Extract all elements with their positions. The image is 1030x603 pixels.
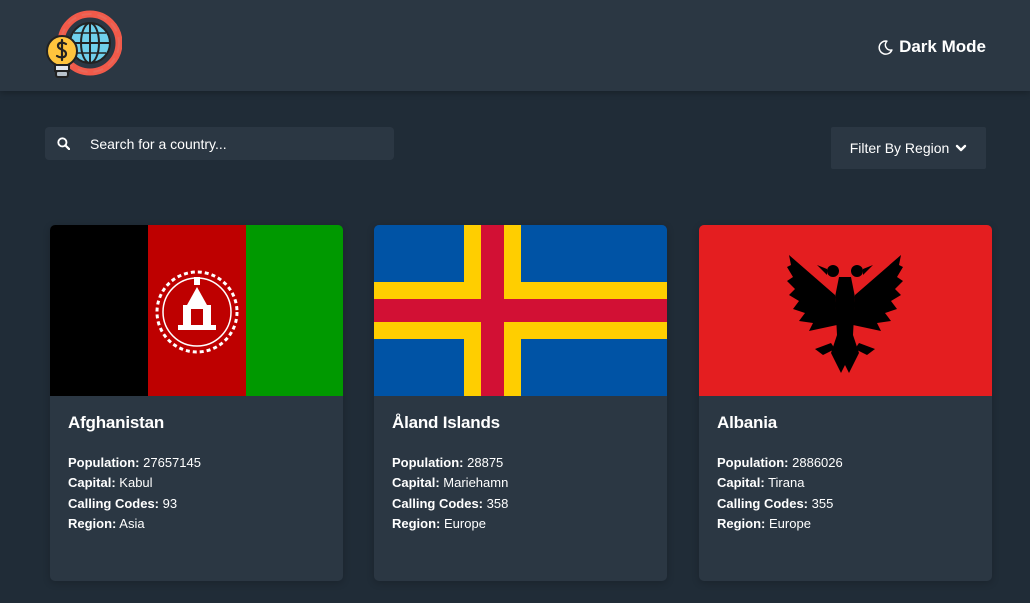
dark-mode-toggle[interactable]: Dark Mode xyxy=(878,36,986,58)
search-bar[interactable] xyxy=(45,127,394,160)
search-icon xyxy=(57,137,70,150)
region-row: Region: Asia xyxy=(68,516,145,532)
header: Dark Mode xyxy=(0,0,1030,91)
calling-codes-row: Calling Codes: 355 xyxy=(717,495,834,511)
capital-row: Capital: Kabul xyxy=(68,475,153,491)
population-row: Population: 27657145 xyxy=(68,455,201,470)
calling-codes-row: Calling Codes: 93 xyxy=(68,495,178,511)
country-card-afghanistan[interactable]: Afghanistan Population: 27657145 Capital… xyxy=(50,225,343,581)
dark-mode-label: Dark Mode xyxy=(899,37,986,56)
country-card-aland-islands[interactable]: Åland Islands Population: 28875 Capital:… xyxy=(374,225,667,581)
region-row: Region: Europe xyxy=(717,516,811,532)
population-row: Population: 2886026 xyxy=(717,455,843,470)
aland-islands-flag xyxy=(374,225,667,396)
filter-label: Filter By Region xyxy=(849,140,950,156)
country-name: Afghanistan xyxy=(68,413,165,432)
country-card-albania[interactable]: Albania Population: 2886026 Capital: Tir… xyxy=(699,225,992,581)
calling-codes-row: Calling Codes: 358 xyxy=(392,495,509,511)
capital-row: Capital: Tirana xyxy=(717,475,805,491)
country-name: Albania xyxy=(717,413,778,432)
albania-flag xyxy=(699,225,992,396)
filter-by-region-dropdown[interactable]: Filter By Region xyxy=(831,127,986,169)
country-name: Åland Islands xyxy=(392,413,500,432)
globe-dollar-bulb-icon[interactable] xyxy=(44,9,122,85)
search-input[interactable] xyxy=(90,135,380,152)
afghanistan-flag xyxy=(50,225,343,396)
region-row: Region: Europe xyxy=(392,516,486,532)
moon-icon xyxy=(878,39,893,55)
chevron-down-icon xyxy=(956,144,967,152)
capital-row: Capital: Mariehamn xyxy=(392,475,509,491)
population-row: Population: 28875 xyxy=(392,455,504,470)
